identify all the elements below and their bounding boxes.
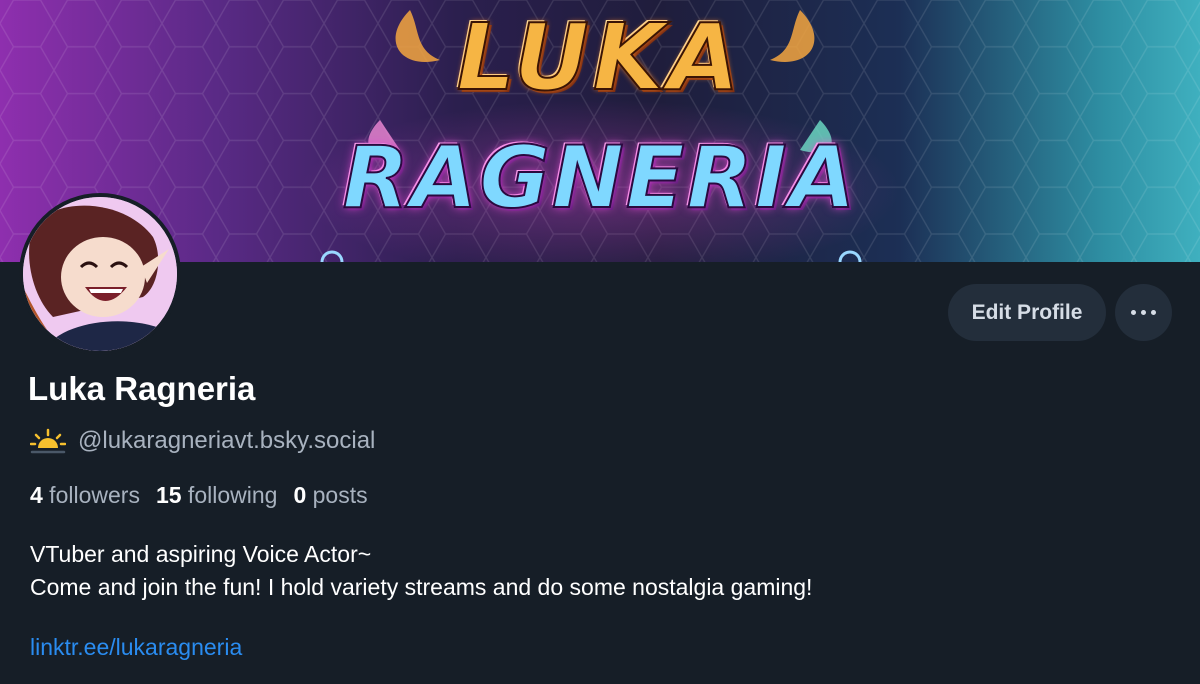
profile-banner[interactable]: LUKA RAGNERIA — [0, 0, 1200, 262]
sunrise-emoji-icon — [30, 428, 66, 454]
banner-logo-line2: RAGNERIA — [342, 127, 858, 229]
handle: @lukaragneriavt.bsky.social — [78, 427, 376, 454]
bio-line-2: Come and join the fun! I hold variety st… — [30, 574, 813, 600]
more-options-button[interactable] — [1115, 284, 1172, 341]
posts-label: posts — [306, 482, 368, 508]
posts-stat: 0 posts — [293, 482, 367, 509]
profile-link[interactable]: linktr.ee/lukaragneria — [30, 634, 242, 661]
profile-page: LUKA RAGNERIA Edit Profile Luka Ragneria… — [0, 0, 1200, 684]
edit-profile-button[interactable]: Edit Profile — [948, 284, 1106, 341]
following-label: following — [181, 482, 278, 508]
display-name: Luka Ragneria — [28, 370, 256, 407]
ellipsis-icon — [1129, 310, 1159, 315]
profile-bio: VTuber and aspiring Voice Actor~ Come an… — [30, 538, 812, 604]
handle-row: @lukaragneriavt.bsky.social — [30, 426, 375, 456]
followers-stat[interactable]: 4 followers — [30, 482, 140, 509]
posts-count: 0 — [293, 482, 307, 508]
followers-label: followers — [42, 482, 140, 508]
avatar-illustration-icon — [23, 197, 177, 351]
bio-line-1: VTuber and aspiring Voice Actor~ — [30, 541, 372, 567]
following-count: 15 — [155, 482, 182, 508]
followers-count: 4 — [30, 482, 43, 508]
profile-stats: 4 followers 15 following 0 posts — [30, 482, 384, 509]
following-stat[interactable]: 15 following — [156, 482, 277, 509]
banner-logo-line1: LUKA — [456, 3, 744, 112]
avatar[interactable] — [19, 193, 181, 355]
